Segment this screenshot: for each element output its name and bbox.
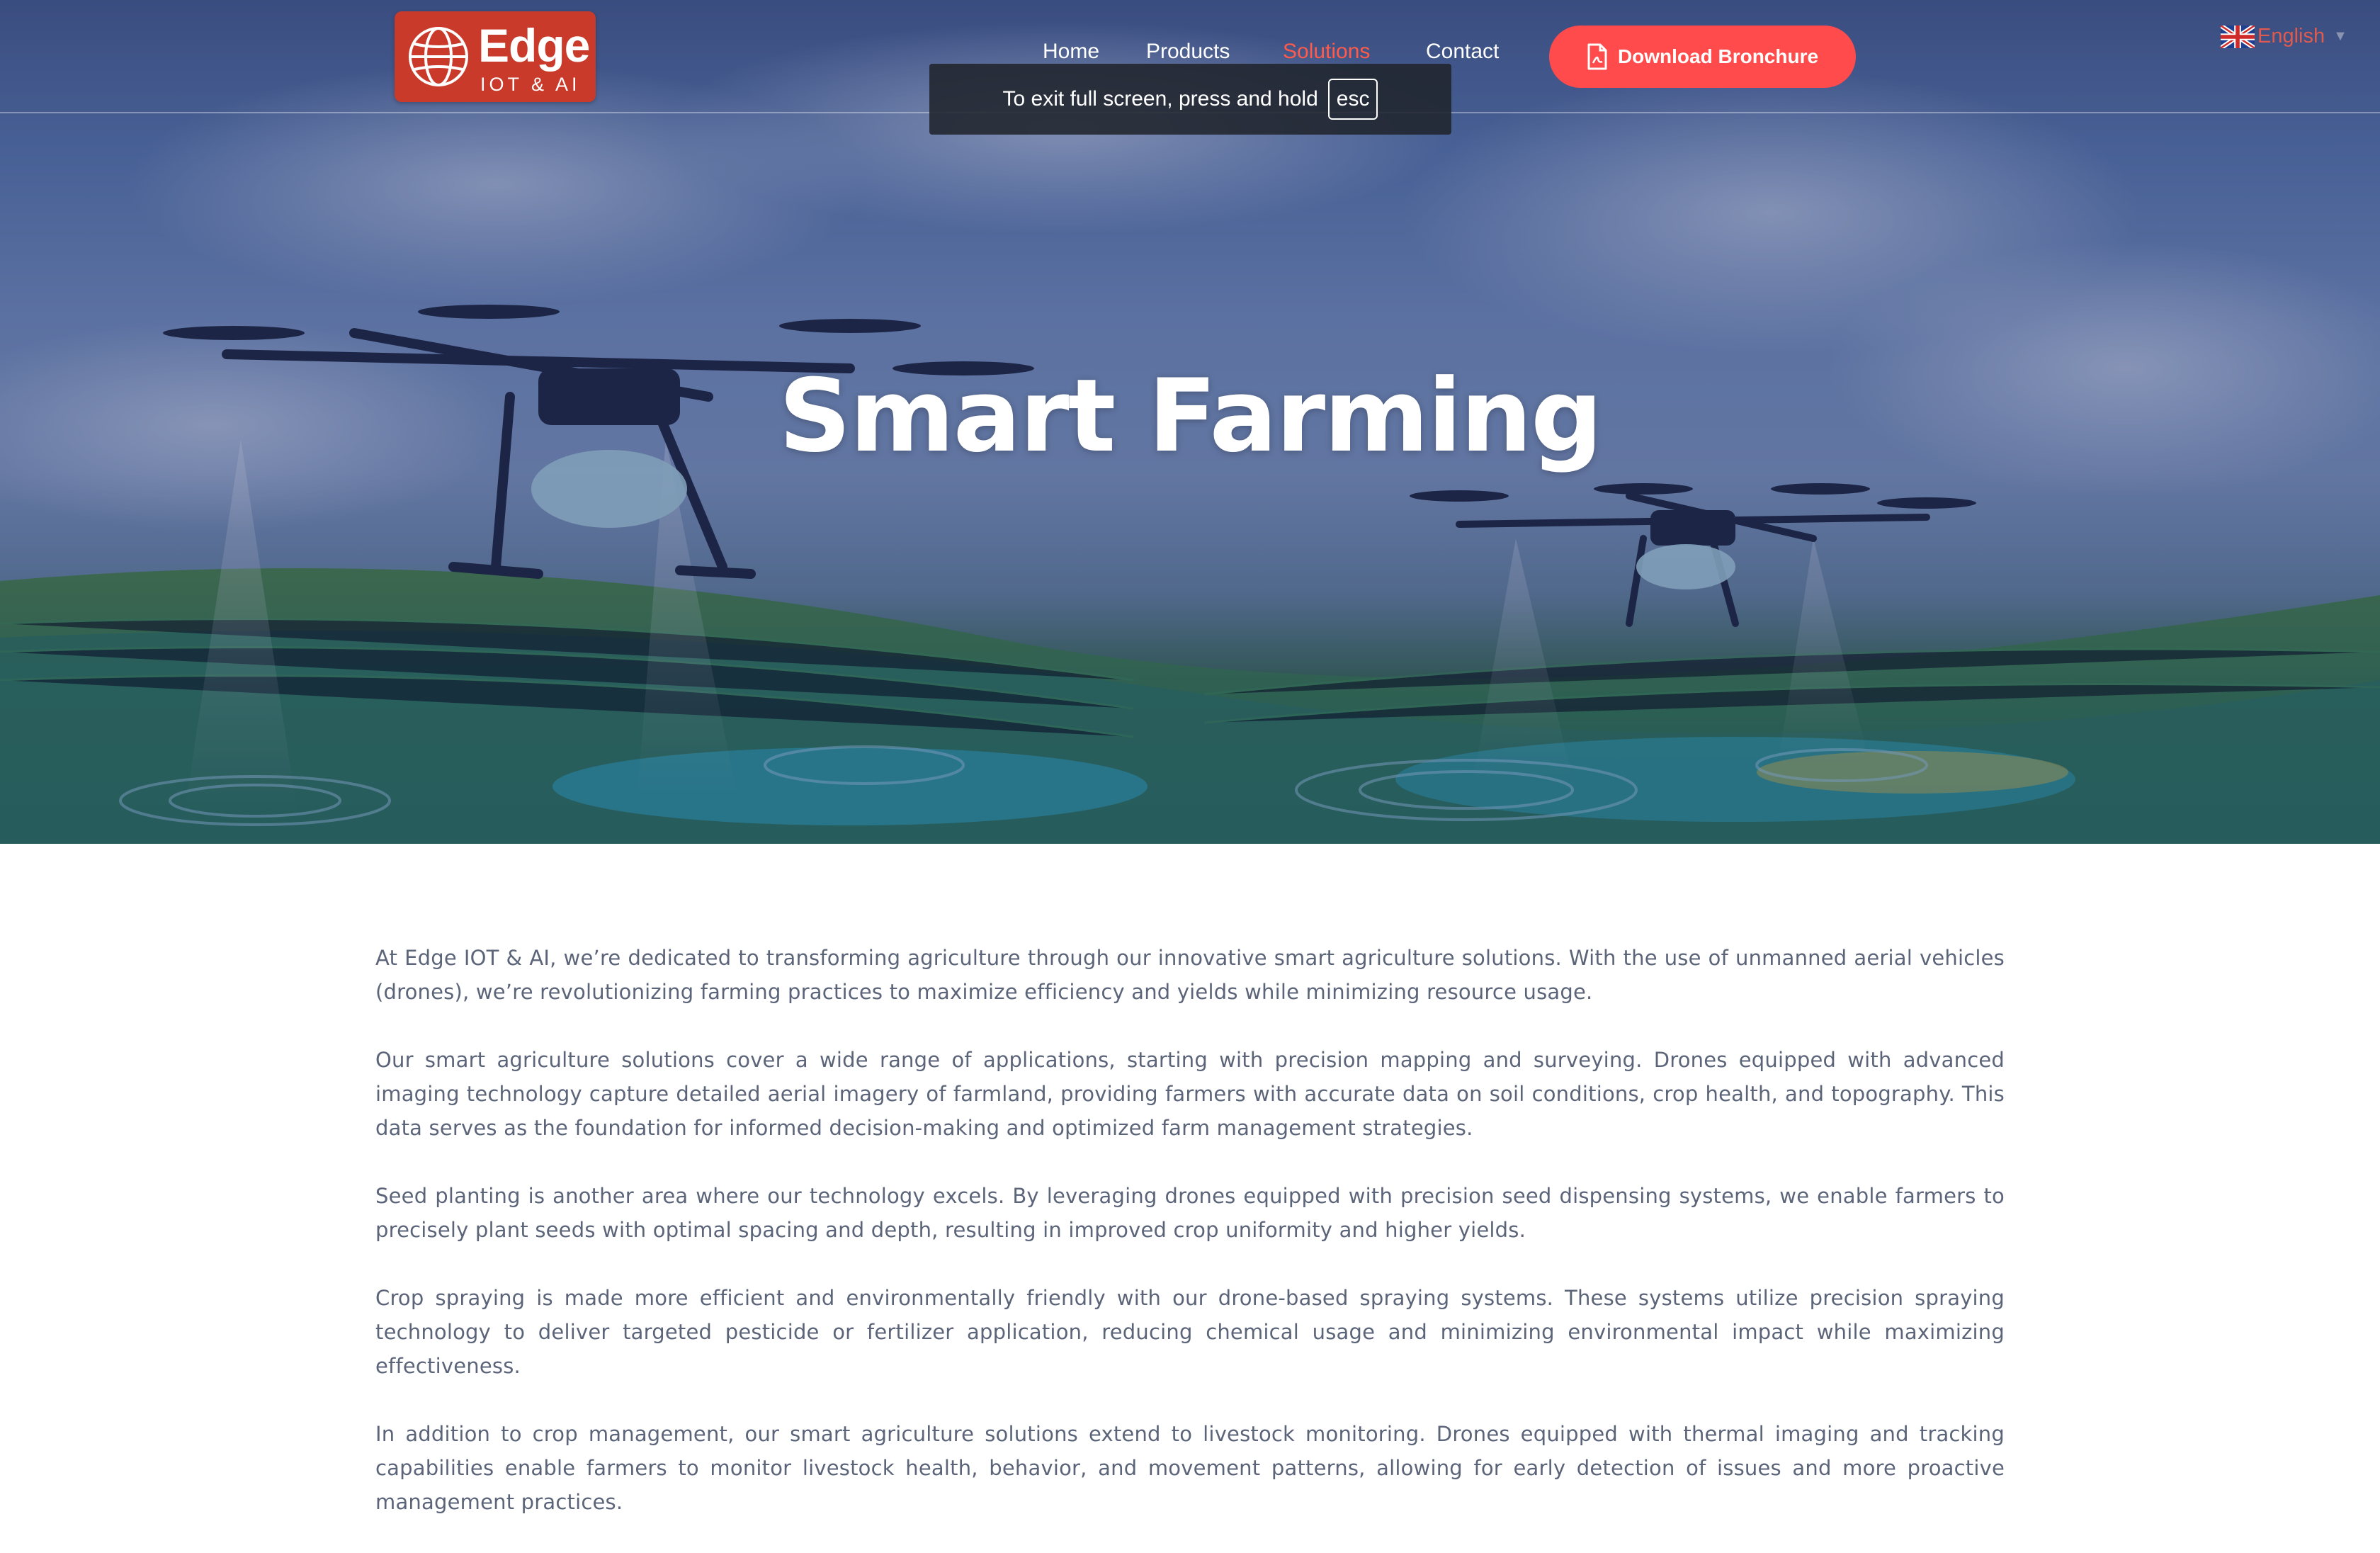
download-brochure-button[interactable]: Download Bronchure [1549, 26, 1856, 88]
globe-icon [409, 27, 468, 86]
content-paragraph: Crop spraying is made more efficient and… [375, 1286, 2005, 1378]
caret-down-icon: ▼ [2333, 28, 2347, 44]
page-title: Smart Farming [778, 358, 1602, 475]
content-paragraph: Seed planting is another area where our … [375, 1184, 2005, 1242]
logo-brand: Edge [478, 19, 590, 72]
fullscreen-exit-toast: To exit full screen, press and hold esc [929, 64, 1451, 135]
language-selector[interactable]: English ▼ [2221, 25, 2347, 48]
esc-key: esc [1327, 79, 1378, 120]
language-label: English [2257, 25, 2325, 47]
toast-text: To exit full screen, press and hold [1002, 87, 1318, 111]
site-logo[interactable]: Edge IOT & AI [395, 11, 596, 102]
main-content: At Edge IOT & AI, we’re dedicated to tra… [375, 941, 2005, 1553]
nav-contact[interactable]: Contact [1426, 40, 1499, 64]
pdf-icon [1587, 43, 1607, 70]
logo-tagline: IOT & AI [480, 74, 581, 95]
nav-products[interactable]: Products [1146, 40, 1230, 64]
content-paragraph: In addition to crop management, our smar… [375, 1422, 2005, 1514]
uk-flag-icon [2221, 25, 2255, 48]
content-paragraph: At Edge IOT & AI, we’re dedicated to tra… [375, 946, 2005, 1004]
nav-home[interactable]: Home [1043, 40, 1099, 64]
content-paragraph: Our smart agriculture solutions cover a … [375, 1048, 2005, 1140]
nav-solutions[interactable]: Solutions [1283, 40, 1370, 64]
download-brochure-label: Download Bronchure [1617, 45, 1819, 67]
